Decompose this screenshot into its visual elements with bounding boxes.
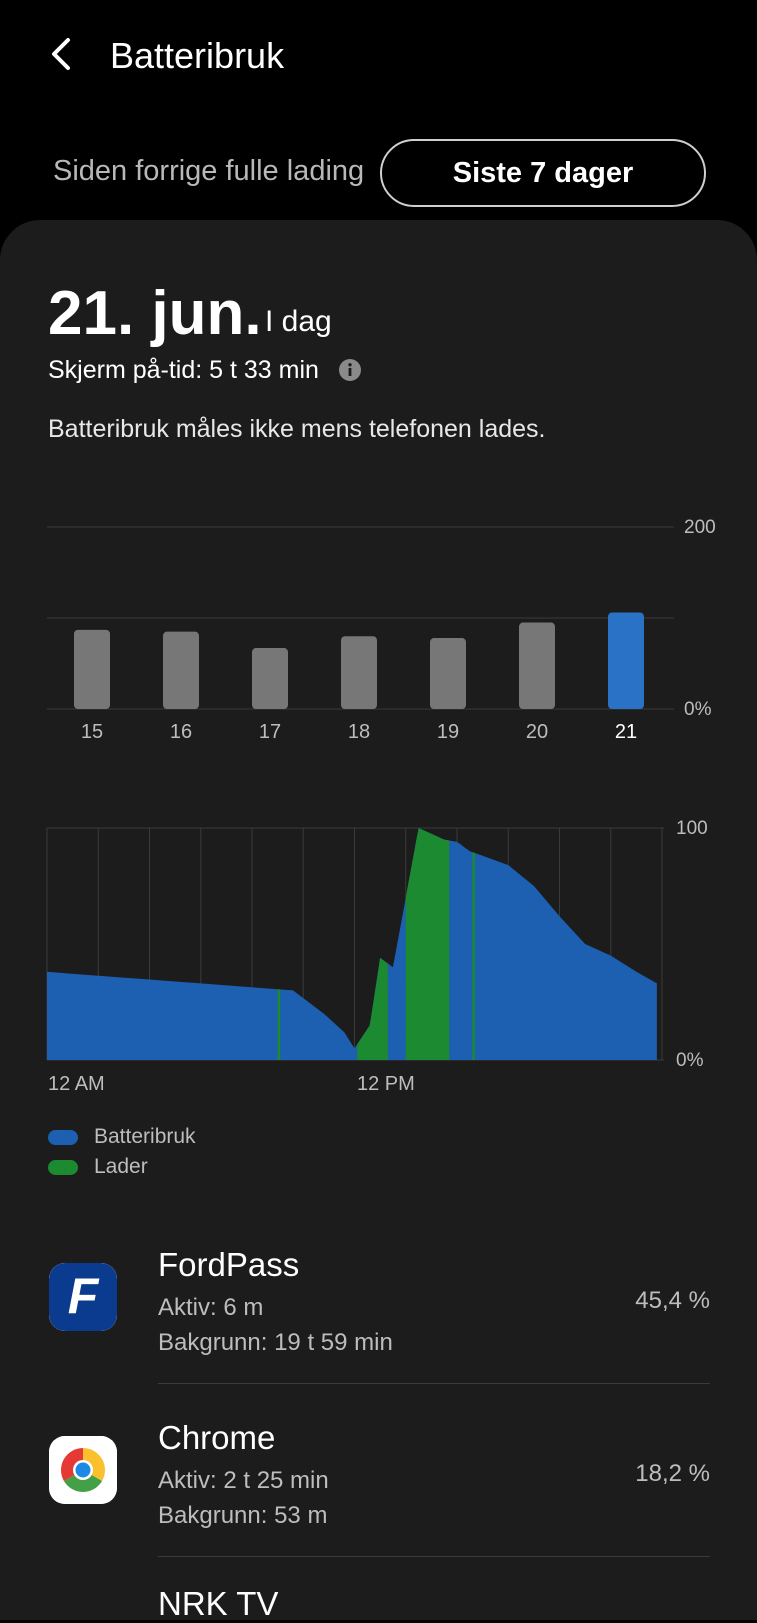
app-row-chrome[interactable]: Chrome Aktiv: 2 t 25 min Bakgrunn: 53 m … [0,1403,757,1573]
today-label: I dag [265,305,332,338]
y-tick-label-base: 0% [676,1050,704,1071]
legend-label-usage: Batteribruk [94,1125,196,1148]
bar-day-15[interactable] [74,629,110,709]
charging-band-2 [277,989,281,1060]
charging-band-1 [405,828,450,1060]
bar-day-19[interactable] [430,638,466,709]
app-name: Chrome [158,1419,276,1456]
list-divider [158,1556,710,1557]
charging-note: Batteribruk måles ikke mens telefonen la… [48,415,546,443]
bar-day-21[interactable] [608,612,644,709]
fordpass-logo-icon: F [49,1263,117,1331]
chart-legend: Batteribruk Lader [48,1122,196,1182]
info-icon[interactable] [338,358,362,382]
app-usage-percent: 45,4 % [635,1287,710,1314]
tab-last-7-days[interactable]: Siste 7 dager [380,139,706,207]
back-button[interactable] [44,32,84,76]
bar-day-17[interactable] [252,648,288,709]
list-divider [158,1383,710,1384]
x-tick-label-17: 17 [259,721,281,743]
page-title: Batteribruk [110,35,285,76]
x-tick-label-20: 20 [526,721,548,743]
y-tick-label-base: 0% [684,699,712,720]
y-tick-label-top: 100 [676,818,708,839]
charging-band-0 [357,957,388,1060]
x-tick-label-12am: 12 AM [48,1073,105,1095]
bar-day-18[interactable] [341,636,377,709]
legend-item-usage: Batteribruk [48,1122,196,1152]
battery-usage-area [47,828,657,1060]
app-background-time: Bakgrunn: 19 t 59 min [158,1329,393,1356]
app-name: FordPass [158,1246,300,1283]
x-tick-label-16: 16 [170,721,192,743]
x-tick-label-19: 19 [437,721,459,743]
bar-day-20[interactable] [519,622,555,709]
chevron-left-icon [52,38,70,70]
x-tick-label-12pm: 12 PM [357,1073,415,1095]
app-row-fordpass[interactable]: F FordPass Aktiv: 6 m Bakgrunn: 19 t 59 … [0,1230,757,1400]
daily-usage-bar-chart: 200 0% 15 16 17 18 19 20 21 [47,517,716,743]
app-header: Batteribruk [0,0,757,115]
chrome-logo-icon [49,1436,117,1504]
app-name-partial[interactable]: NRK TV [158,1585,278,1623]
app-usage-percent: 18,2 % [635,1460,710,1487]
app-active-time: Aktiv: 6 m [158,1294,264,1321]
legend-label-charging: Lader [94,1155,148,1178]
tab-since-full-charge[interactable]: Siden forrige fulle lading [53,155,364,188]
legend-swatch-charging [48,1159,78,1175]
app-active-time: Aktiv: 2 t 25 min [158,1467,329,1494]
legend-item-charging: Lader [48,1152,196,1182]
x-tick-label-18: 18 [348,721,370,743]
screen-on-time: Skjerm på-tid: 5 t 33 min [48,356,319,384]
charging-band-3 [472,852,475,1060]
legend-swatch-usage [48,1129,78,1145]
svg-text:F: F [68,1268,100,1324]
battery-level-area-chart: 100 0% 12 AM 12 PM [46,818,708,1095]
bar-day-16[interactable] [163,631,199,709]
x-tick-label-15: 15 [81,721,103,743]
x-tick-label-21: 21 [615,721,637,743]
y-tick-label-top: 200 [684,517,716,538]
selected-date: 21. jun. [48,279,262,348]
app-background-time: Bakgrunn: 53 m [158,1502,328,1529]
